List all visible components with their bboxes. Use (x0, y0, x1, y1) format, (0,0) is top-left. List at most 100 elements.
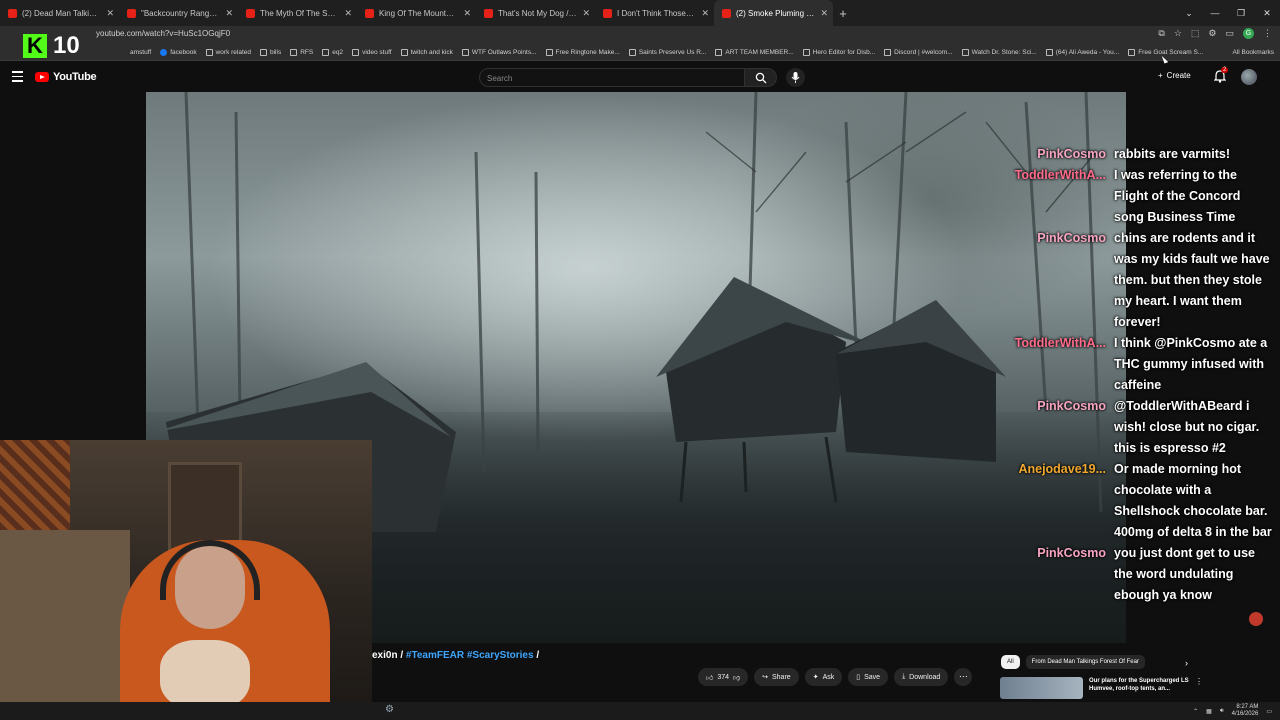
page-icon (961, 48, 969, 56)
youtube-favicon-icon (1045, 48, 1053, 56)
chevron-up-icon[interactable]: ⌃ (1193, 708, 1198, 715)
viewer-count: 10 (53, 32, 80, 59)
bookmark-item[interactable]: facebook (160, 48, 197, 56)
folder-icon (205, 48, 213, 56)
profile-icon[interactable]: G (1243, 28, 1254, 39)
install-icon[interactable]: ⧉ (1158, 28, 1164, 39)
bookmark-item[interactable]: (64) Ali Aweda - You... (1045, 48, 1119, 56)
folder-icon (290, 48, 298, 56)
chat-author[interactable]: Anejodave19... (1000, 459, 1114, 543)
clock[interactable]: 8:27 AM 4/16/2026 (1232, 704, 1259, 718)
bookmark-folder[interactable]: video stuff (352, 48, 392, 56)
bookmark-item[interactable]: Hero Editor for Disb... (802, 48, 875, 56)
close-tab-icon[interactable]: ✕ (582, 8, 590, 19)
bookmark-item[interactable]: Watch Dr. Stone: Sci... (961, 48, 1037, 56)
search-button[interactable] (745, 68, 777, 87)
close-tab-icon[interactable]: ✕ (701, 8, 709, 19)
browser-tab[interactable]: That's Not My Dog / Scary Sto✕ (476, 0, 595, 26)
browser-tab-active[interactable]: (2) Smoke Pluming From Th✕ (714, 0, 833, 26)
avatar[interactable] (1241, 69, 1257, 85)
all-bookmarks-button[interactable]: All Bookmarks (1232, 49, 1274, 56)
sidebar-icon[interactable]: ▭ (1225, 28, 1234, 39)
os-taskbar: ⚙ ⌃ ▦ 🔊︎ 8:27 AM 4/16/2026 ▭ (0, 702, 1280, 720)
chat-message: ToddlerWithA... I was referring to the Fl… (1000, 165, 1280, 228)
bookmark-icon: ▯ (856, 674, 861, 681)
related-filter-chips: All From Dead Man Talkings Forest Of Fea… (1001, 655, 1145, 669)
browser-tab[interactable]: I Don't Think Those Were Coyo✕ (595, 0, 714, 26)
close-tab-icon[interactable]: ✕ (106, 8, 114, 19)
url-field[interactable]: youtube.com/watch?v=HuSc1OGqjF0 (96, 29, 230, 38)
bookmark-folder[interactable]: twitch and kick (400, 48, 453, 56)
chat-text: chins are rodents and it was my kids fau… (1114, 231, 1270, 329)
download-button[interactable]: ⤓ Download (894, 668, 949, 686)
bookmark-item[interactable]: Free Ringtone Make... (545, 48, 620, 56)
star-icon[interactable]: ☆ (1174, 28, 1182, 39)
kebab-menu-icon[interactable]: ⋮ (1195, 677, 1203, 699)
menu-icon[interactable] (12, 71, 23, 85)
related-video-title[interactable]: Our plans for the Supercharged LS Humvee… (1089, 677, 1189, 699)
chip-from-channel[interactable]: From Dead Man Talkings Forest Of Fear (1025, 655, 1145, 669)
streamer-webcam (0, 440, 372, 720)
voice-search-button[interactable] (786, 68, 805, 87)
hashtag-link[interactable]: #TeamFEAR #ScaryStories (406, 650, 534, 661)
ask-button[interactable]: ✦ Ask (804, 668, 843, 686)
related-video-item[interactable]: Our plans for the Supercharged LS Humvee… (1000, 677, 1203, 699)
minimize-icon[interactable]: — (1202, 0, 1228, 26)
search-input[interactable]: Search (479, 68, 745, 87)
bookmark-item[interactable]: WTF Outlaws Points... (461, 48, 537, 56)
chip-all[interactable]: All (1001, 655, 1020, 669)
create-button[interactable]: + Create (1158, 71, 1191, 80)
youtube-favicon-icon (365, 8, 374, 18)
page-icon (802, 48, 810, 56)
bookmark-item[interactable]: Discord | #welcom... (884, 48, 953, 56)
related-video-thumbnail[interactable] (1000, 677, 1083, 699)
page-icon (545, 48, 553, 56)
close-tab-icon[interactable]: ✕ (463, 8, 471, 19)
chat-author[interactable]: ToddlerWithA... (1000, 165, 1114, 228)
youtube-logo[interactable]: YouTube (35, 71, 97, 83)
more-options-button[interactable]: ⋯ (954, 668, 973, 686)
bookmark-folder[interactable]: work related (205, 48, 251, 56)
volume-icon[interactable]: 🔊︎ (1220, 708, 1224, 715)
chat-author[interactable]: PinkCosmo (1000, 144, 1114, 165)
close-tab-icon[interactable]: ✕ (225, 8, 233, 19)
chat-author[interactable]: ToddlerWithA... (1000, 333, 1114, 396)
plus-icon: + (1158, 71, 1163, 80)
bookmark-item[interactable]: amstuff (130, 49, 151, 56)
extension-icon[interactable]: ⬚ (1191, 28, 1200, 39)
chat-author[interactable]: PinkCosmo (1000, 396, 1114, 459)
browser-tab[interactable]: "Backcountry Rangers Have a P✕ (119, 0, 238, 26)
bookmark-folder[interactable]: bills (260, 48, 281, 56)
bookmarks-bar: amstuff facebook work related bills RFS … (0, 44, 1280, 61)
youtube-favicon-icon (484, 8, 493, 18)
kebab-menu-icon[interactable]: ⋮ (1263, 28, 1272, 39)
close-tab-icon[interactable]: ✕ (820, 8, 828, 19)
maximize-icon[interactable]: ❐ (1228, 0, 1254, 26)
save-button[interactable]: ▯ Save (848, 668, 889, 686)
close-tab-icon[interactable]: ✕ (344, 8, 352, 19)
chat-author[interactable]: PinkCosmo (1000, 228, 1114, 333)
browser-tab[interactable]: (2) Dead Man Talkings Forest O✕ (0, 0, 119, 26)
chat-author[interactable]: PinkCosmo (1000, 543, 1114, 606)
settings-gear-icon[interactable]: ⚙ (385, 704, 394, 715)
chevron-down-icon[interactable]: ⌄ (1176, 0, 1202, 26)
browser-tab[interactable]: King Of The Mountain #1-2 / D✕ (357, 0, 476, 26)
chat-message: ToddlerWithA... I think @PinkCosmo ate a … (1000, 333, 1280, 396)
new-tab-button[interactable]: + (833, 6, 853, 21)
bookmark-item[interactable]: Saints Preserve Us R... (628, 48, 706, 56)
chevron-right-icon[interactable]: › (1185, 658, 1188, 668)
folder-icon (352, 48, 360, 56)
system-tray: ⌃ ▦ 🔊︎ 8:27 AM 4/16/2026 ▭ (1193, 704, 1272, 718)
browser-tab[interactable]: The Myth Of The Skinwalker Is✕ (238, 0, 357, 26)
share-button[interactable]: ↪ Share (754, 668, 799, 686)
like-button[interactable]: 👍︎ 374 👎︎ (698, 668, 749, 686)
notifications-icon[interactable]: ▭ (1266, 708, 1272, 715)
network-icon[interactable]: ▦ (1206, 708, 1212, 715)
bookmark-item[interactable]: ART TEAM MEMBER... (715, 48, 794, 56)
puzzle-icon[interactable]: ⚙ (1208, 28, 1216, 39)
notification-badge: 2 (1221, 67, 1229, 73)
close-window-icon[interactable]: ✕ (1254, 0, 1280, 26)
thumbs-down-icon[interactable]: 👎︎ (733, 673, 740, 682)
bookmark-folder[interactable]: eq2 (322, 48, 343, 56)
bookmark-folder[interactable]: RFS (290, 48, 313, 56)
